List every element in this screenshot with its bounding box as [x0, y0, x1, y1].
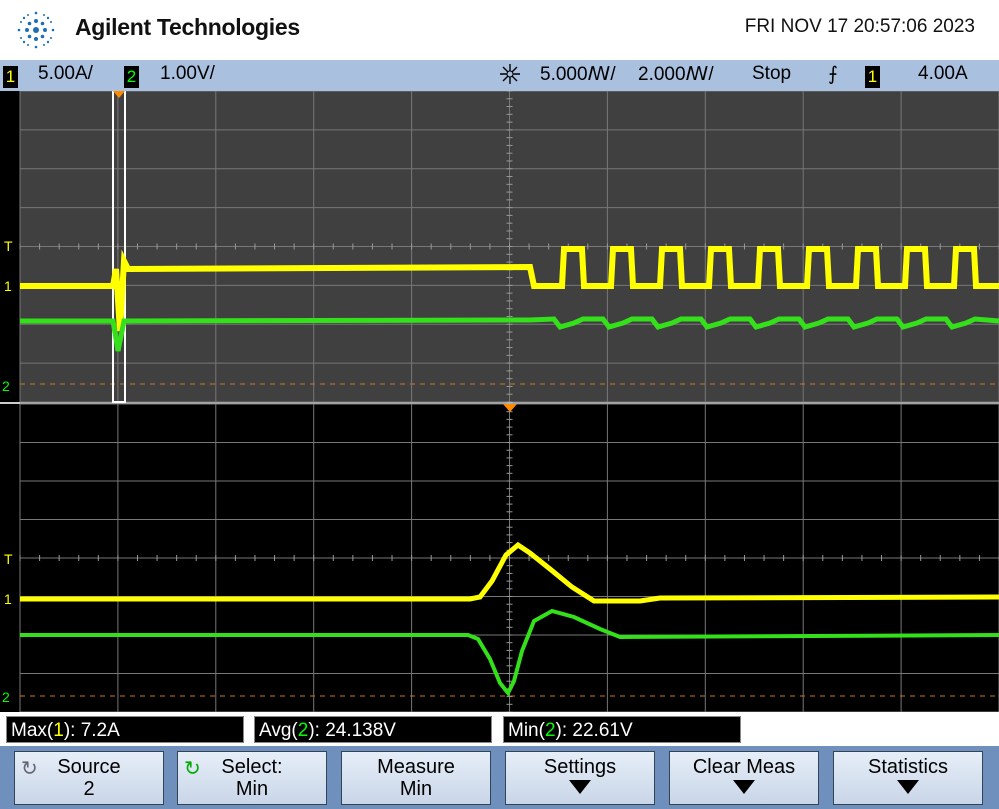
header: Agilent Technologies FRI NOV 17 20:57:06… — [0, 0, 999, 60]
date-time: FRI NOV 17 20:57:06 2023 — [744, 16, 975, 37]
agilent-spark-logo-icon — [17, 11, 55, 49]
main-ch2-marker: 2 — [2, 689, 10, 705]
measure-softkey[interactable]: Measure Min — [341, 751, 491, 805]
run-state[interactable]: Stop — [752, 63, 791, 85]
trigger-level[interactable]: 4.00A — [918, 63, 968, 85]
softkey-bar: ↻ Source 2 ↻ Select: Min Measure Min Set… — [0, 746, 999, 809]
rotate-knob-icon: ↻ — [21, 758, 38, 780]
brand-name: Agilent Technologies — [75, 14, 300, 40]
select-softkey[interactable]: ↻ Select: Min — [177, 751, 327, 805]
submenu-down-arrow-icon — [834, 778, 982, 801]
waveform-area[interactable]: T 1 2 T 1 2 — [0, 91, 999, 712]
measurement-max-ch1: Max(1): 7.2A — [6, 716, 244, 743]
scope-display[interactable]: T 1 2 T 1 2 — [0, 91, 999, 712]
entry-knob-icon: ↻ — [184, 758, 201, 780]
source-softkey[interactable]: ↻ Source 2 — [14, 751, 164, 805]
overview-trigger-level-marker: T — [4, 238, 13, 254]
ch1-scale[interactable]: 5.00A/ — [38, 63, 93, 85]
submenu-down-arrow-icon — [506, 778, 654, 801]
statistics-softkey[interactable]: Statistics — [833, 751, 983, 805]
measurement-min-ch2: Min(2): 22.61V — [503, 716, 741, 743]
settings-softkey[interactable]: Settings — [505, 751, 655, 805]
run-spark-icon — [498, 62, 522, 92]
trigger-slope-icon: ⨍ — [828, 64, 838, 85]
measurement-avg-ch2: Avg(2): 24.138V — [254, 716, 492, 743]
status-bar: 1 5.00A/ 2 1.00V/ 5.000ꟿ/ 2.000ꟿ/ Stop ⨍… — [0, 60, 999, 91]
overview-ch1-marker: 1 — [4, 278, 12, 294]
timebase-scale[interactable]: 5.000ꟿ/ — [540, 63, 616, 86]
ch2-scale[interactable]: 1.00V/ — [160, 63, 215, 85]
main-ch1-marker: 1 — [4, 591, 12, 607]
overview-ch2-marker: 2 — [2, 378, 10, 394]
submenu-down-arrow-icon — [670, 778, 818, 801]
main-trigger-level-marker: T — [4, 551, 13, 567]
clear-meas-softkey[interactable]: Clear Meas — [669, 751, 819, 805]
timebase-delay[interactable]: 2.000ꟿ/ — [638, 63, 714, 86]
